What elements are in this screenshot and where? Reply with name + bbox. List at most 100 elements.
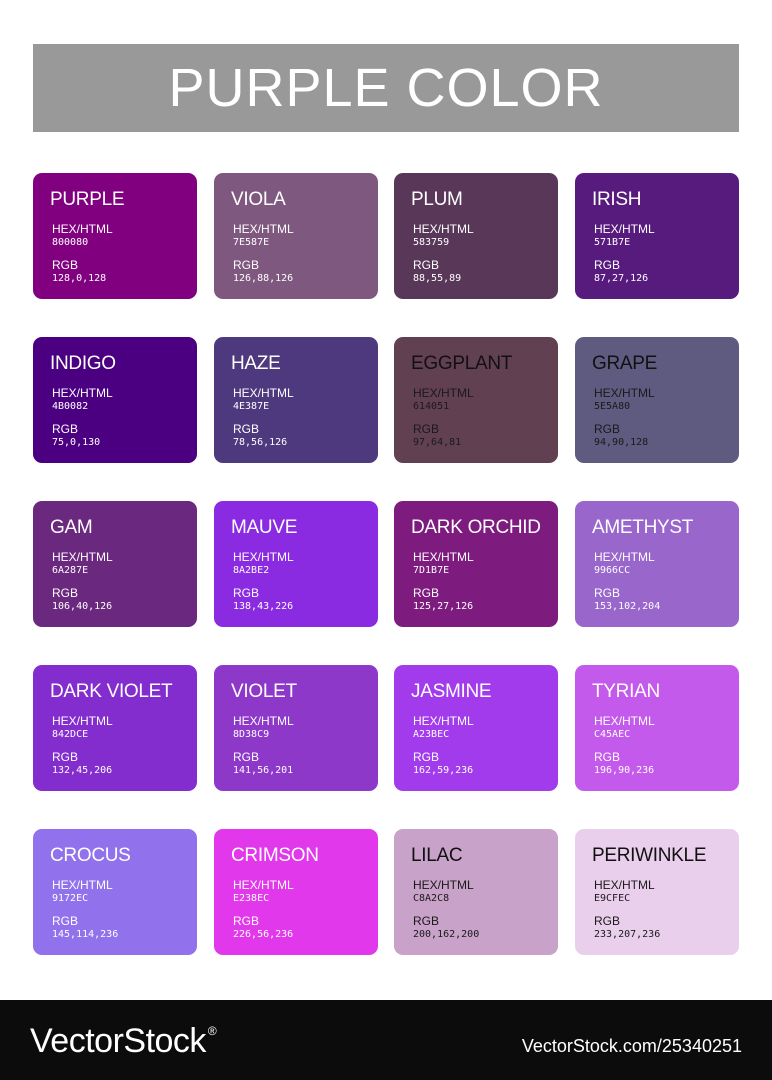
hex-label: HEX/HTML (233, 222, 294, 236)
rgb-value: 200,162,200 (413, 929, 480, 940)
footer-bar: VectorStock ® VectorStock.com/25340251 (0, 1000, 772, 1080)
hex-label: HEX/HTML (413, 878, 474, 892)
color-name: PERIWINKLE (592, 845, 707, 866)
rgb-value: 125,27,126 (413, 601, 474, 612)
color-name: HAZE (231, 353, 281, 374)
color-swatch-plum: PLUM HEX/HTML 583759 RGB 88,55,89 (394, 173, 558, 299)
color-name: VIOLET (231, 681, 297, 702)
color-swatch-grid: PURPLE HEX/HTML 800080 RGB 128,0,128 VIOLA HEX… (33, 173, 739, 956)
hex-value: 842DCE (52, 729, 89, 740)
rgb-label: RGB (594, 258, 621, 272)
rgb-value: 94,90,128 (594, 437, 649, 448)
rgb-label: RGB (52, 586, 79, 600)
color-swatch-dark-orchid: DARK ORCHID HEX/HTML 7D1B7E RGB 125,27,126 (394, 501, 558, 627)
hex-label: HEX/HTML (233, 714, 294, 728)
rgb-label: RGB (52, 422, 79, 436)
rgb-label: RGB (413, 586, 440, 600)
rgb-label: RGB (52, 750, 79, 764)
rgb-value: 106,40,126 (52, 601, 113, 612)
hex-label: HEX/HTML (52, 550, 113, 564)
rgb-value: 87,27,126 (594, 273, 649, 284)
rgb-value: 226,56,236 (233, 929, 294, 940)
color-swatch-gam: GAM HEX/HTML 6A287E RGB 106,40,126 (33, 501, 197, 627)
rgb-label: RGB (594, 750, 621, 764)
rgb-value: 97,64,81 (413, 437, 462, 448)
logo-text: VectorStock (30, 1022, 206, 1060)
color-swatch-haze: HAZE HEX/HTML 4E387E RGB 78,56,126 (214, 337, 378, 463)
color-swatch-lilac: LILAC HEX/HTML C8A2C8 RGB 200,162,200 (394, 829, 558, 955)
hex-label: HEX/HTML (594, 714, 655, 728)
page-title: PURPLE COLOR (168, 58, 604, 118)
rgb-value: 233,207,236 (594, 929, 661, 940)
hex-label: HEX/HTML (52, 386, 113, 400)
color-name: EGGPLANT (411, 353, 513, 374)
image-url-text: VectorStock.com/25340251 (521, 1036, 742, 1056)
hex-value: 8D38C9 (233, 729, 270, 740)
hex-value: C45AEC (594, 729, 631, 740)
hex-value: 583759 (413, 237, 450, 248)
hex-value: 7D1B7E (413, 565, 450, 576)
color-name: DARK VIOLET (50, 681, 173, 702)
hex-value: 614051 (413, 401, 450, 412)
rgb-value: 78,56,126 (233, 437, 288, 448)
hex-label: HEX/HTML (594, 550, 655, 564)
hex-value: 571B7E (594, 237, 631, 248)
rgb-label: RGB (52, 914, 79, 928)
color-swatch-irish: IRISH HEX/HTML 571B7E RGB 87,27,126 (575, 173, 739, 299)
rgb-value: 162,59,236 (413, 765, 474, 776)
hex-label: HEX/HTML (413, 222, 474, 236)
color-name: CROCUS (50, 845, 131, 866)
hex-value: 7E587E (233, 237, 270, 248)
hex-label: HEX/HTML (52, 878, 113, 892)
rgb-value: 138,43,226 (233, 601, 294, 612)
rgb-label: RGB (52, 258, 79, 272)
color-name: DARK ORCHID (411, 517, 541, 538)
hex-label: HEX/HTML (233, 878, 294, 892)
rgb-label: RGB (594, 422, 621, 436)
color-swatch-jasmine: JASMINE HEX/HTML A23BEC RGB 162,59,236 (394, 665, 558, 791)
rgb-label: RGB (233, 258, 260, 272)
color-swatch-viola: VIOLA HEX/HTML 7E587E RGB 126,88,126 (214, 173, 378, 299)
rgb-value: 75,0,130 (52, 437, 101, 448)
rgb-value: 196,90,236 (594, 765, 655, 776)
hex-value: 800080 (52, 237, 89, 248)
vectorstock-logo: VectorStock ® (30, 1022, 217, 1061)
rgb-value: 132,45,206 (52, 765, 113, 776)
color-name: PURPLE (50, 189, 125, 210)
rgb-value: 128,0,128 (52, 273, 107, 284)
rgb-value: 153,102,204 (594, 601, 661, 612)
rgb-label: RGB (413, 422, 440, 436)
color-swatch-dark-violet: DARK VIOLET HEX/HTML 842DCE RGB 132,45,206 (33, 665, 197, 791)
color-swatch-grape: GRAPE HEX/HTML 5E5A80 RGB 94,90,128 (575, 337, 739, 463)
hex-label: HEX/HTML (52, 222, 113, 236)
rgb-value: 88,55,89 (413, 273, 462, 284)
color-swatch-crimson: CRIMSON HEX/HTML E238EC RGB 226,56,236 (214, 829, 378, 955)
color-swatch-purple: PURPLE HEX/HTML 800080 RGB 128,0,128 (33, 173, 197, 299)
color-name: TYRIAN (592, 681, 660, 702)
color-swatch-violet: VIOLET HEX/HTML 8D38C9 RGB 141,56,201 (214, 665, 378, 791)
hex-label: HEX/HTML (52, 714, 113, 728)
color-swatch-periwinkle: PERIWINKLE HEX/HTML E9CFEC RGB 233,207,236 (575, 829, 739, 955)
color-name: JASMINE (411, 681, 492, 702)
color-swatch-crocus: CROCUS HEX/HTML 9172EC RGB 145,114,236 (33, 829, 197, 955)
rgb-label: RGB (233, 422, 260, 436)
color-name: INDIGO (50, 353, 116, 374)
hex-value: C8A2C8 (413, 893, 450, 904)
hex-value: E238EC (233, 893, 270, 904)
hex-value: 4B0082 (52, 401, 89, 412)
color-name: GAM (50, 517, 93, 538)
hex-value: 9966CC (594, 565, 631, 576)
title-banner: PURPLE COLOR (33, 44, 739, 132)
rgb-label: RGB (594, 586, 621, 600)
color-swatch-indigo: INDIGO HEX/HTML 4B0082 RGB 75,0,130 (33, 337, 197, 463)
rgb-label: RGB (413, 750, 440, 764)
rgb-label: RGB (413, 914, 440, 928)
color-swatch-mauve: MAUVE HEX/HTML 8A2BE2 RGB 138,43,226 (214, 501, 378, 627)
hex-value: 5E5A80 (594, 401, 631, 412)
color-name: IRISH (592, 189, 642, 210)
color-swatch-amethyst: AMETHYST HEX/HTML 9966CC RGB 153,102,204 (575, 501, 739, 627)
hex-label: HEX/HTML (594, 222, 655, 236)
hex-label: HEX/HTML (413, 550, 474, 564)
rgb-value: 141,56,201 (233, 765, 294, 776)
hex-label: HEX/HTML (594, 386, 655, 400)
